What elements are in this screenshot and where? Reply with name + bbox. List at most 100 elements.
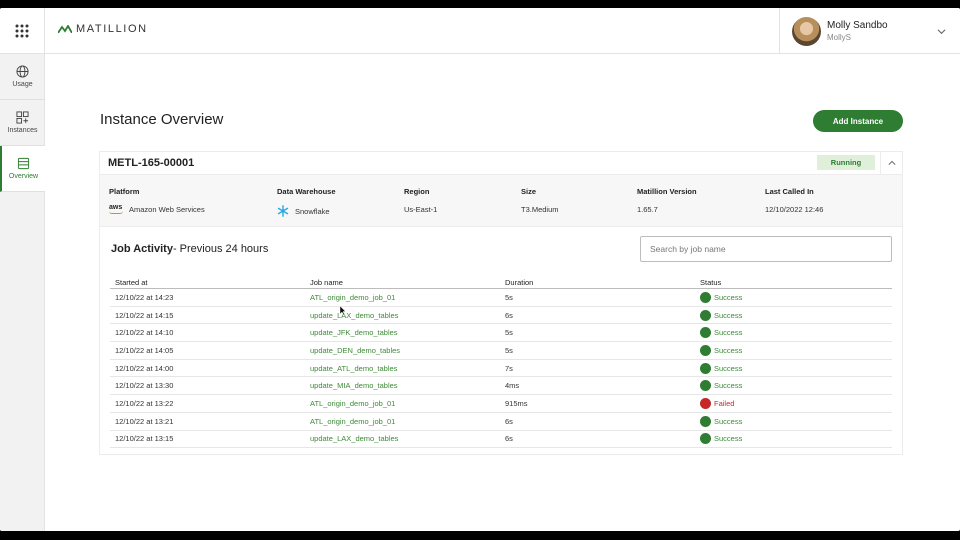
status-text: Success (714, 310, 743, 320)
status-cell: Failed (700, 397, 734, 409)
duration-cell: 5s (505, 328, 513, 338)
field-label: Platform (109, 187, 140, 196)
status-cell: Success (700, 380, 742, 392)
table-header: Started at Job name Duration Status (110, 276, 892, 289)
version-field: Matillion Version 1.65.7 (637, 187, 697, 214)
user-menu[interactable]: Molly Sandbo MollyS (779, 8, 960, 54)
last-called-field: Last Called In 12/10/2022 12:46 (765, 187, 823, 214)
globe-icon (16, 65, 29, 78)
status-cell: Success (700, 309, 743, 321)
job-name-link[interactable]: update_MIA_demo_tables (310, 381, 398, 390)
table-row[interactable]: 12/10/22 at 13:30 update_MIA_demo_tables 4… (110, 377, 892, 396)
job-name-link[interactable]: ATL_origin_demo_job_01 (310, 293, 395, 302)
top-bar: MATILLION Molly Sandbo MollyS (0, 8, 960, 54)
instance-card-header: METL-165-00001 Running (100, 152, 902, 174)
job-activity-title: Job Activity- Previous 24 hours (111, 243, 268, 255)
field-label: Matillion Version (637, 187, 697, 196)
started-at-cell: 12/10/22 at 13:30 (115, 381, 174, 391)
grid-icon (15, 24, 29, 38)
duration-cell: 6s (505, 434, 513, 444)
duration-cell: 6s (505, 310, 513, 320)
app-launcher-button[interactable] (0, 8, 45, 54)
column-header-job-name[interactable]: Job name (310, 278, 343, 287)
table-row[interactable]: 12/10/22 at 14:05 update_DEN_demo_tables 5… (110, 342, 892, 360)
column-header-duration[interactable]: Duration (505, 278, 533, 287)
field-label: Last Called In (765, 187, 814, 196)
status-text: Success (714, 292, 743, 302)
success-status-icon (700, 327, 711, 339)
status-cell: Success (700, 327, 742, 339)
success-status-icon (700, 362, 711, 374)
avatar (792, 17, 821, 46)
table-row[interactable]: 12/10/22 at 13:21 ATL_origin_demo_job_01 6… (110, 413, 892, 431)
sidebar: Usage Instances Overview (0, 54, 45, 531)
duration-cell: 915ms (505, 398, 528, 408)
sidebar-item-overview[interactable]: Overview (0, 146, 45, 192)
status-cell: Success (700, 291, 743, 303)
started-at-cell: 12/10/22 at 14:23 (115, 292, 174, 302)
table-row[interactable]: 12/10/22 at 14:10 update_JFK_demo_tables 5… (110, 324, 892, 343)
field-label: Size (521, 187, 537, 196)
instance-card: METL-165-00001 Running Platform aws Amaz… (99, 151, 903, 455)
column-header-started[interactable]: Started at (115, 278, 148, 287)
sidebar-item-instances[interactable]: Instances (0, 100, 45, 146)
matillion-logo[interactable]: MATILLION (58, 23, 148, 35)
table-row[interactable]: 12/10/22 at 14:15 update_LAX_demo_tables 6… (110, 307, 892, 325)
collapse-button[interactable] (880, 152, 902, 174)
status-text: Success (714, 345, 743, 355)
status-cell: Success (700, 433, 743, 445)
aws-icon: aws (109, 204, 123, 214)
chevron-up-icon (887, 160, 896, 165)
job-search-input[interactable] (640, 236, 892, 262)
status-cell: Success (700, 415, 743, 427)
logo-text: MATILLION (76, 23, 148, 35)
warehouse-field: Data Warehouse Snowflake (277, 187, 336, 217)
success-status-icon (700, 344, 711, 356)
status-badge: Running (817, 155, 875, 170)
add-instance-button[interactable]: Add Instance (813, 110, 903, 132)
user-name: Molly Sandbo (827, 20, 888, 31)
user-handle: MollyS (827, 33, 852, 42)
table-row[interactable]: 12/10/22 at 13:15 update_LAX_demo_tables 6… (110, 431, 892, 449)
instances-icon (16, 111, 29, 124)
status-text: Success (714, 363, 743, 373)
started-at-cell: 12/10/22 at 14:15 (115, 310, 174, 320)
mouse-cursor-icon (340, 306, 346, 315)
job-activity-subtitle: - Previous 24 hours (172, 243, 269, 255)
sidebar-item-usage[interactable]: Usage (0, 54, 45, 100)
platform-value: Amazon Web Services (129, 205, 205, 214)
job-name-link[interactable]: update_ATL_demo_tables (310, 364, 397, 373)
table-row[interactable]: 12/10/22 at 14:00 update_ATL_demo_tables 7… (110, 360, 892, 378)
region-field: Region Us-East-1 (404, 187, 437, 214)
started-at-cell: 12/10/22 at 14:00 (115, 363, 174, 373)
job-name-link[interactable]: update_DEN_demo_tables (310, 346, 400, 355)
job-name-link[interactable]: update_LAX_demo_tables (310, 311, 398, 320)
job-activity-table: Started at Job name Duration Status 12/1… (110, 276, 892, 449)
field-label: Data Warehouse (277, 187, 336, 196)
success-status-icon (700, 380, 711, 392)
started-at-cell: 12/10/22 at 13:22 (115, 398, 174, 408)
table-row[interactable]: 12/10/22 at 14:23 ATL_origin_demo_job_01 5… (110, 289, 892, 307)
duration-cell: 5s (505, 345, 513, 355)
table-row[interactable]: 12/10/22 at 13:22 ATL_origin_demo_job_01 9… (110, 395, 892, 413)
job-name-link[interactable]: update_JFK_demo_tables (310, 328, 398, 337)
status-text: Success (714, 416, 743, 426)
success-status-icon (700, 309, 711, 321)
instance-id: METL-165-00001 (108, 157, 195, 169)
sidebar-item-label: Usage (12, 81, 33, 88)
region-value: Us-East-1 (404, 205, 438, 214)
status-text: Success (714, 434, 743, 444)
chevron-down-icon[interactable] (937, 27, 946, 36)
job-name-link[interactable]: ATL_origin_demo_job_01 (310, 399, 395, 408)
platform-field: Platform aws Amazon Web Services (109, 187, 205, 214)
last-called-value: 12/10/2022 12:46 (765, 205, 824, 214)
job-name-link[interactable]: update_LAX_demo_tables (310, 434, 398, 443)
snowflake-icon (277, 205, 289, 217)
overview-icon (17, 157, 30, 170)
started-at-cell: 12/10/22 at 14:05 (115, 345, 174, 355)
status-cell: Success (700, 344, 743, 356)
duration-cell: 5s (505, 292, 513, 302)
job-name-link[interactable]: ATL_origin_demo_job_01 (310, 417, 395, 426)
job-activity-heading: Job Activity (111, 243, 173, 255)
column-header-status[interactable]: Status (700, 278, 721, 287)
